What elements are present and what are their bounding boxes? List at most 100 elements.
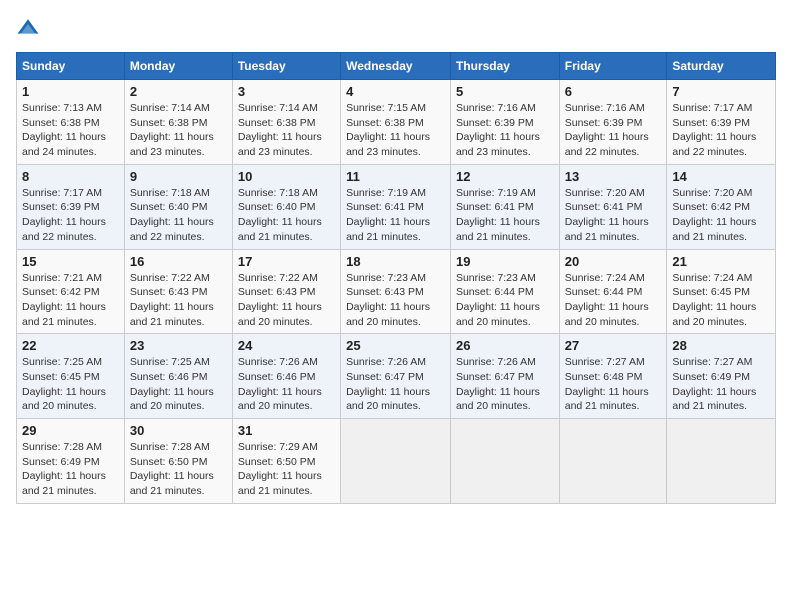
day-number: 11	[346, 169, 445, 184]
calendar-cell: 18Sunrise: 7:23 AM Sunset: 6:43 PM Dayli…	[341, 249, 451, 334]
day-info: Sunrise: 7:14 AM Sunset: 6:38 PM Dayligh…	[130, 101, 227, 160]
day-number: 28	[672, 338, 770, 353]
day-number: 1	[22, 84, 119, 99]
day-info: Sunrise: 7:16 AM Sunset: 6:39 PM Dayligh…	[565, 101, 662, 160]
day-info: Sunrise: 7:24 AM Sunset: 6:45 PM Dayligh…	[672, 271, 770, 330]
calendar-cell: 1 Sunrise: 7:13 AM Sunset: 6:38 PM Daylig…	[17, 80, 125, 165]
calendar-week-row: 8 Sunrise: 7:17 AM Sunset: 6:39 PM Daylig…	[17, 164, 776, 249]
day-number: 31	[238, 423, 335, 438]
day-number: 8	[22, 169, 119, 184]
calendar-cell: 16 Sunrise: 7:22 AM Sunset: 6:43 PM Dayli…	[124, 249, 232, 334]
day-number: 7	[672, 84, 770, 99]
calendar-cell: 31 Sunrise: 7:29 AM Sunset: 6:50 PM Dayli…	[232, 419, 340, 504]
day-info: Sunrise: 7:18 AM Sunset: 6:40 PM Dayligh…	[130, 186, 227, 245]
calendar-cell: 9Sunrise: 7:18 AM Sunset: 6:40 PM Daylig…	[124, 164, 232, 249]
calendar-week-row: 22Sunrise: 7:25 AM Sunset: 6:45 PM Dayli…	[17, 334, 776, 419]
day-number: 20	[565, 254, 662, 269]
day-info: Sunrise: 7:13 AM Sunset: 6:38 PM Dayligh…	[22, 101, 119, 160]
day-info: Sunrise: 7:26 AM Sunset: 6:47 PM Dayligh…	[456, 355, 554, 414]
day-number: 24	[238, 338, 335, 353]
day-info: Sunrise: 7:29 AM Sunset: 6:50 PM Dayligh…	[238, 440, 335, 499]
calendar-header-row: SundayMondayTuesdayWednesdayThursdayFrid…	[17, 53, 776, 80]
day-info: Sunrise: 7:28 AM Sunset: 6:50 PM Dayligh…	[130, 440, 227, 499]
calendar-cell: 4 Sunrise: 7:15 AM Sunset: 6:38 PM Daylig…	[341, 80, 451, 165]
calendar-cell: 30 Sunrise: 7:28 AM Sunset: 6:50 PM Dayli…	[124, 419, 232, 504]
day-info: Sunrise: 7:27 AM Sunset: 6:48 PM Dayligh…	[565, 355, 662, 414]
day-number: 19	[456, 254, 554, 269]
calendar-cell: 21Sunrise: 7:24 AM Sunset: 6:45 PM Dayli…	[667, 249, 776, 334]
day-number: 29	[22, 423, 119, 438]
day-info: Sunrise: 7:19 AM Sunset: 6:41 PM Dayligh…	[346, 186, 445, 245]
day-number: 5	[456, 84, 554, 99]
calendar-cell	[559, 419, 667, 504]
day-number: 10	[238, 169, 335, 184]
column-header-monday: Monday	[124, 53, 232, 80]
calendar-cell: 2 Sunrise: 7:14 AM Sunset: 6:38 PM Daylig…	[124, 80, 232, 165]
calendar-cell: 12 Sunrise: 7:19 AM Sunset: 6:41 PM Dayli…	[450, 164, 559, 249]
column-header-wednesday: Wednesday	[341, 53, 451, 80]
day-info: Sunrise: 7:27 AM Sunset: 6:49 PM Dayligh…	[672, 355, 770, 414]
calendar-cell: 22Sunrise: 7:25 AM Sunset: 6:45 PM Dayli…	[17, 334, 125, 419]
day-info: Sunrise: 7:21 AM Sunset: 6:42 PM Dayligh…	[22, 271, 119, 330]
day-number: 22	[22, 338, 119, 353]
day-info: Sunrise: 7:23 AM Sunset: 6:44 PM Dayligh…	[456, 271, 554, 330]
logo	[16, 16, 44, 40]
calendar-cell: 27 Sunrise: 7:27 AM Sunset: 6:48 PM Dayli…	[559, 334, 667, 419]
day-info: Sunrise: 7:26 AM Sunset: 6:46 PM Dayligh…	[238, 355, 335, 414]
day-info: Sunrise: 7:16 AM Sunset: 6:39 PM Dayligh…	[456, 101, 554, 160]
calendar-week-row: 29 Sunrise: 7:28 AM Sunset: 6:49 PM Dayli…	[17, 419, 776, 504]
day-number: 23	[130, 338, 227, 353]
day-number: 4	[346, 84, 445, 99]
calendar-body: 1 Sunrise: 7:13 AM Sunset: 6:38 PM Daylig…	[17, 80, 776, 504]
calendar-cell: 15 Sunrise: 7:21 AM Sunset: 6:42 PM Dayli…	[17, 249, 125, 334]
logo-icon	[16, 16, 40, 40]
day-number: 27	[565, 338, 662, 353]
day-number: 2	[130, 84, 227, 99]
day-info: Sunrise: 7:24 AM Sunset: 6:44 PM Dayligh…	[565, 271, 662, 330]
day-info: Sunrise: 7:17 AM Sunset: 6:39 PM Dayligh…	[22, 186, 119, 245]
day-info: Sunrise: 7:14 AM Sunset: 6:38 PM Dayligh…	[238, 101, 335, 160]
calendar-cell: 25 Sunrise: 7:26 AM Sunset: 6:47 PM Dayli…	[341, 334, 451, 419]
day-number: 3	[238, 84, 335, 99]
day-number: 16	[130, 254, 227, 269]
day-number: 12	[456, 169, 554, 184]
day-info: Sunrise: 7:28 AM Sunset: 6:49 PM Dayligh…	[22, 440, 119, 499]
day-info: Sunrise: 7:15 AM Sunset: 6:38 PM Dayligh…	[346, 101, 445, 160]
calendar-cell: 26 Sunrise: 7:26 AM Sunset: 6:47 PM Dayli…	[450, 334, 559, 419]
calendar-cell: 23Sunrise: 7:25 AM Sunset: 6:46 PM Dayli…	[124, 334, 232, 419]
day-info: Sunrise: 7:19 AM Sunset: 6:41 PM Dayligh…	[456, 186, 554, 245]
column-header-tuesday: Tuesday	[232, 53, 340, 80]
day-info: Sunrise: 7:18 AM Sunset: 6:40 PM Dayligh…	[238, 186, 335, 245]
day-number: 25	[346, 338, 445, 353]
calendar-cell	[667, 419, 776, 504]
day-number: 14	[672, 169, 770, 184]
calendar-cell: 10 Sunrise: 7:18 AM Sunset: 6:40 PM Dayli…	[232, 164, 340, 249]
calendar-week-row: 15 Sunrise: 7:21 AM Sunset: 6:42 PM Dayli…	[17, 249, 776, 334]
calendar-cell: 13Sunrise: 7:20 AM Sunset: 6:41 PM Dayli…	[559, 164, 667, 249]
day-info: Sunrise: 7:17 AM Sunset: 6:39 PM Dayligh…	[672, 101, 770, 160]
day-info: Sunrise: 7:26 AM Sunset: 6:47 PM Dayligh…	[346, 355, 445, 414]
calendar-cell	[341, 419, 451, 504]
day-info: Sunrise: 7:22 AM Sunset: 6:43 PM Dayligh…	[130, 271, 227, 330]
column-header-thursday: Thursday	[450, 53, 559, 80]
calendar-cell: 28 Sunrise: 7:27 AM Sunset: 6:49 PM Dayli…	[667, 334, 776, 419]
calendar-cell: 20 Sunrise: 7:24 AM Sunset: 6:44 PM Dayli…	[559, 249, 667, 334]
day-number: 17	[238, 254, 335, 269]
calendar-cell: 24 Sunrise: 7:26 AM Sunset: 6:46 PM Dayli…	[232, 334, 340, 419]
day-number: 30	[130, 423, 227, 438]
calendar-cell: 17 Sunrise: 7:22 AM Sunset: 6:43 PM Dayli…	[232, 249, 340, 334]
calendar-cell: 3 Sunrise: 7:14 AM Sunset: 6:38 PM Daylig…	[232, 80, 340, 165]
day-number: 15	[22, 254, 119, 269]
day-info: Sunrise: 7:22 AM Sunset: 6:43 PM Dayligh…	[238, 271, 335, 330]
page-header	[16, 16, 776, 40]
calendar-cell: 6Sunrise: 7:16 AM Sunset: 6:39 PM Daylig…	[559, 80, 667, 165]
day-info: Sunrise: 7:20 AM Sunset: 6:41 PM Dayligh…	[565, 186, 662, 245]
calendar-cell: 29 Sunrise: 7:28 AM Sunset: 6:49 PM Dayli…	[17, 419, 125, 504]
calendar-cell: 7 Sunrise: 7:17 AM Sunset: 6:39 PM Daylig…	[667, 80, 776, 165]
day-number: 26	[456, 338, 554, 353]
calendar-table: SundayMondayTuesdayWednesdayThursdayFrid…	[16, 52, 776, 504]
calendar-cell: 19 Sunrise: 7:23 AM Sunset: 6:44 PM Dayli…	[450, 249, 559, 334]
calendar-cell: 5 Sunrise: 7:16 AM Sunset: 6:39 PM Daylig…	[450, 80, 559, 165]
calendar-week-row: 1 Sunrise: 7:13 AM Sunset: 6:38 PM Daylig…	[17, 80, 776, 165]
column-header-friday: Friday	[559, 53, 667, 80]
